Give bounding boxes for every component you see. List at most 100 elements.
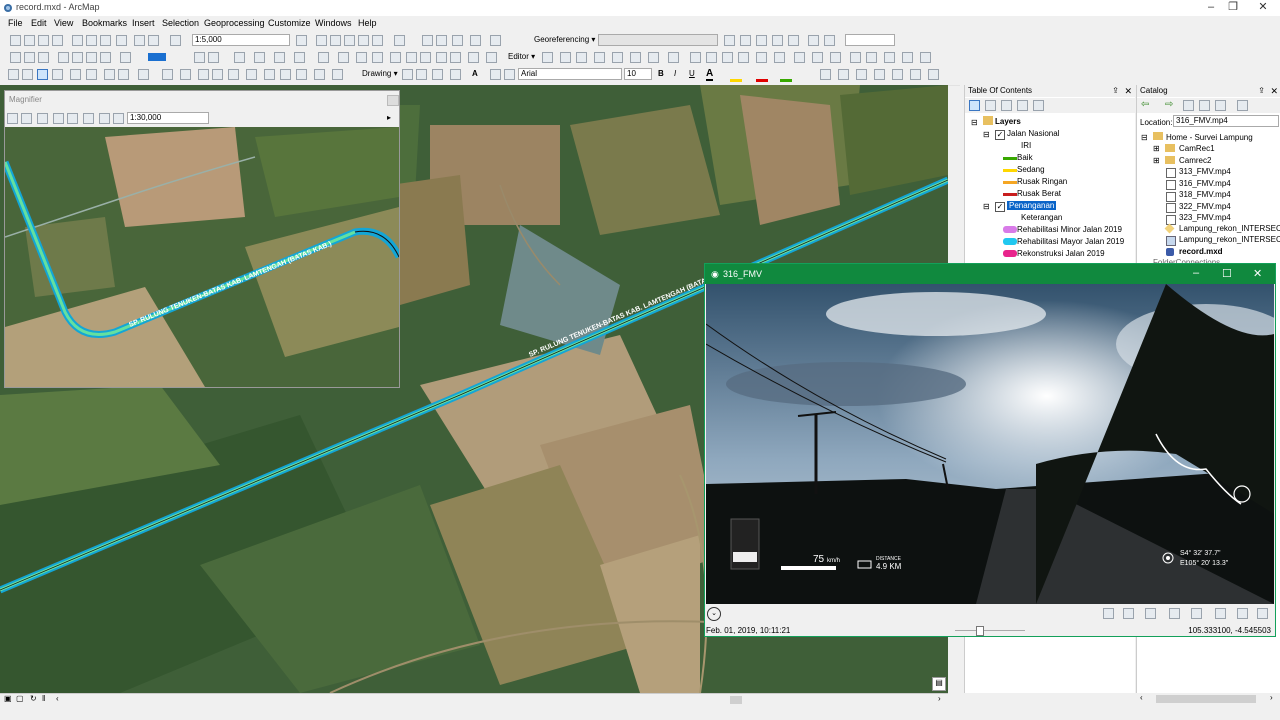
magnifier-scale-combo[interactable]: 1:30,000 (127, 112, 209, 124)
catalog-pin-icon[interactable]: ⇪ (1258, 85, 1265, 97)
fmv-dropdown-icon[interactable]: ⌄ (707, 607, 721, 621)
toc-close-icon[interactable]: ✕ (1124, 85, 1132, 97)
graph-icon[interactable] (58, 52, 69, 63)
fmv-frame-icon[interactable] (1123, 608, 1134, 619)
data-view-icon[interactable]: ▣ (4, 694, 12, 703)
transparency-input[interactable] (845, 34, 895, 46)
graphics-icon[interactable] (902, 52, 913, 63)
list-by-drawing-order-icon[interactable] (969, 100, 980, 111)
split-icon[interactable] (594, 52, 605, 63)
scroll-left-icon[interactable]: ‹ (56, 694, 59, 703)
route-icon[interactable] (356, 52, 367, 63)
edit-text-icon[interactable] (504, 69, 515, 80)
cad-icon[interactable] (450, 52, 461, 63)
expand-penanganan-icon[interactable]: ⊟ (983, 202, 990, 211)
toc-options-icon[interactable] (1033, 100, 1044, 111)
html-popup-tool-icon[interactable] (212, 69, 223, 80)
overview-icon[interactable]: ▤ (932, 677, 946, 691)
menu-bookmarks[interactable]: Bookmarks (82, 18, 127, 28)
zoom-whole-page-icon[interactable] (794, 52, 805, 63)
fmv-minimize-icon[interactable]: – (1193, 267, 1199, 279)
editor-menu[interactable]: Editor ▾ (508, 52, 535, 61)
draw-line-icon[interactable] (406, 52, 417, 63)
scale-tool-icon[interactable] (756, 35, 767, 46)
select-features-icon[interactable] (138, 69, 149, 80)
zoom-extent-icon[interactable] (86, 69, 97, 80)
capture-icon[interactable] (874, 69, 885, 80)
fill-color-icon[interactable] (730, 79, 742, 82)
map-scrollbar[interactable]: ▣ ▢ ↻ ‖ ‹ › (0, 693, 948, 706)
clear-selection-icon[interactable] (162, 69, 173, 80)
menu-geoprocessing[interactable]: Geoprocessing (204, 18, 265, 28)
viewer-window-icon[interactable] (332, 69, 343, 80)
edit-annotation-icon[interactable] (668, 52, 679, 63)
toc-layers-root[interactable]: Layers (995, 117, 1021, 126)
find-icon[interactable] (470, 35, 481, 46)
catalog-item-record[interactable]: record.mxd (1179, 247, 1223, 256)
scroll-thumb[interactable] (730, 696, 742, 704)
grid-tool-icon[interactable] (690, 52, 701, 63)
italic-button[interactable]: I (674, 69, 676, 78)
toc-layer-jalan-nasional[interactable]: Jalan Nasional (1007, 129, 1059, 138)
catalog-item-318[interactable]: 318_FMV.mp4 (1179, 190, 1231, 199)
list-by-source-icon[interactable] (985, 100, 996, 111)
shift-icon[interactable] (740, 35, 751, 46)
search-window-icon[interactable] (344, 35, 355, 46)
rotate-feature-icon[interactable] (612, 52, 623, 63)
expand-jalan-icon[interactable]: ⊟ (983, 130, 990, 139)
callout-icon[interactable] (490, 69, 501, 80)
print-icon[interactable] (52, 35, 63, 46)
swipe-icon[interactable] (318, 52, 329, 63)
magnifier-map[interactable]: SP. RULUNG TENUKEN-BATAS KAB. LAMTENGAH … (5, 127, 399, 387)
globe-icon[interactable] (372, 52, 383, 63)
mag-globe-icon[interactable] (53, 113, 64, 124)
menu-selection[interactable]: Selection (162, 18, 199, 28)
penanganan-checkbox[interactable]: ✓ (995, 202, 1005, 212)
edit-vertices-icon[interactable] (486, 52, 497, 63)
fmv-video-frame[interactable]: 75 km/h DISTANCE 4.9 KM S4° 32' 37.7" E1… (706, 284, 1274, 604)
link-table-icon[interactable] (788, 35, 799, 46)
font-size-combo[interactable]: 10 (624, 68, 652, 80)
undo-icon[interactable] (134, 35, 145, 46)
catalog-item-313[interactable]: 313_FMV.mp4 (1179, 167, 1231, 176)
fmv-settings-icon[interactable] (1257, 608, 1268, 619)
add-control-points-icon[interactable] (772, 35, 783, 46)
identify-results-icon[interactable] (86, 52, 97, 63)
save-icon[interactable] (38, 35, 49, 46)
fmv-sync-icon[interactable] (1215, 608, 1226, 619)
sketch-properties-icon[interactable] (630, 52, 641, 63)
menu-insert[interactable]: Insert (132, 18, 155, 28)
catalog-root[interactable]: Home - Survei Lampung (1166, 133, 1253, 142)
add-data-icon[interactable] (170, 35, 181, 46)
back-arrow-icon[interactable]: ⇦ (1141, 99, 1149, 110)
catalog-scroll-left-icon[interactable]: ‹ (1140, 693, 1143, 702)
editor-toolbar-icon[interactable] (296, 35, 307, 46)
mag-back-icon[interactable] (99, 113, 110, 124)
group-icon[interactable] (756, 52, 767, 63)
forward-extent-icon[interactable] (118, 69, 129, 80)
focus-frame-icon[interactable] (812, 52, 823, 63)
zoom-out-icon[interactable] (22, 69, 33, 80)
snap-icon[interactable] (120, 52, 131, 63)
expand-layers-icon[interactable]: ⊟ (971, 118, 978, 127)
fmv-flag-icon[interactable] (1237, 608, 1248, 619)
flicker-icon[interactable] (338, 52, 349, 63)
magnifier-tool-icon[interactable] (824, 35, 835, 46)
mag-expand-icon[interactable]: ▸ (387, 113, 391, 122)
new-icon[interactable] (10, 35, 21, 46)
menu-file[interactable]: File (8, 18, 23, 28)
straight-segment-icon[interactable] (560, 52, 571, 63)
list-by-selection-icon[interactable] (1017, 100, 1028, 111)
topology-icon[interactable] (194, 52, 205, 63)
step-icon[interactable] (838, 69, 849, 80)
zoom-in-icon[interactable] (8, 69, 19, 80)
rectangle-icon[interactable] (450, 69, 461, 80)
magnifier-window[interactable]: Magnifier 1:30,000 ▸ SP. RULUNG TENUKEN-… (4, 90, 400, 388)
layer-icon[interactable] (24, 52, 35, 63)
trace-icon[interactable] (576, 52, 587, 63)
mag-pan-icon[interactable] (37, 113, 48, 124)
new-text-tool[interactable]: A (472, 69, 478, 78)
viewer-icon[interactable] (808, 35, 819, 46)
modelbuilder-icon[interactable] (394, 35, 405, 46)
fmv-track-icon[interactable] (1169, 608, 1180, 619)
